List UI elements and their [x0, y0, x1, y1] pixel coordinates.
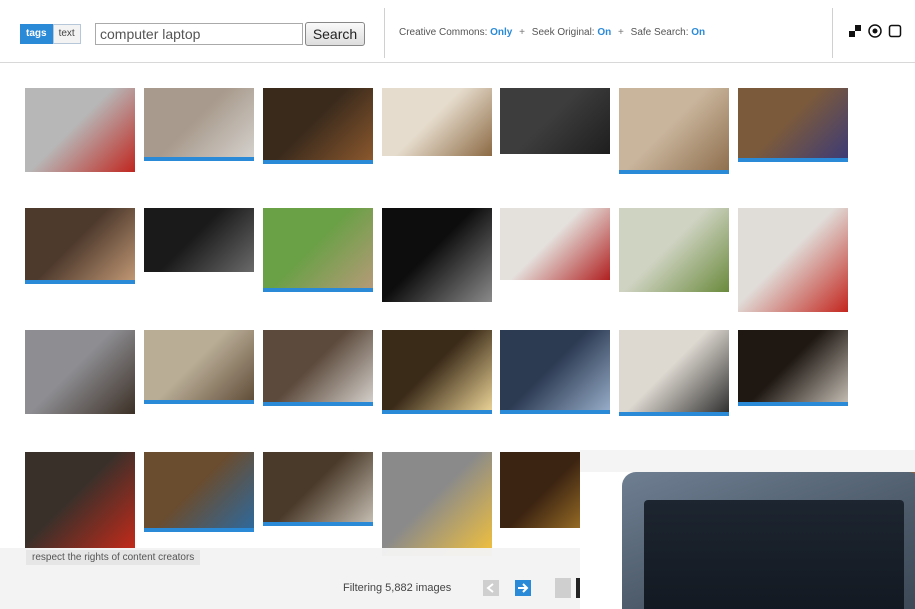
arrow-left-icon	[486, 583, 494, 593]
thumbnail-image	[619, 208, 729, 292]
thumbnail-cat-on-macbook[interactable]	[144, 88, 254, 161]
thumbnail-image	[382, 452, 492, 556]
thumbnail-imac-desk[interactable]	[25, 330, 135, 414]
rights-notice: respect the rights of content creators	[26, 550, 201, 565]
thumbnail-image	[25, 452, 135, 548]
thumbnail-image	[144, 208, 254, 272]
thumbnail-highlight-bar	[738, 158, 848, 162]
thumbnail-highlight-bar	[144, 528, 254, 532]
thumbnail-image	[619, 88, 729, 174]
thumbnail-image	[144, 452, 254, 532]
previous-page-button[interactable]	[483, 580, 499, 596]
creative-commons-value[interactable]: Only	[490, 27, 512, 38]
nav-divider	[555, 578, 571, 598]
thumbnail-image	[738, 88, 848, 162]
thumbnail-highlight-bar	[382, 410, 492, 414]
thumbnail-highlight-bar	[619, 412, 729, 416]
thumbnail-laptop-dark-table[interactable]	[144, 208, 254, 272]
seek-original-label: Seek Original:	[531, 27, 595, 38]
separator: +	[618, 27, 624, 38]
thumbnail-red-couch-room[interactable]	[738, 208, 848, 312]
next-page-button[interactable]	[515, 580, 531, 596]
globe-icon[interactable]	[868, 24, 882, 38]
thumbnail-laptops-table[interactable]	[263, 452, 373, 526]
thumbnail-office-room[interactable]	[144, 330, 254, 404]
tags-mode-button[interactable]: tags	[20, 24, 53, 44]
separator: +	[519, 27, 525, 38]
thumbnail-person-floor-red[interactable]	[25, 452, 135, 548]
thumbnail-highlight-bar	[144, 400, 254, 404]
resize-icon[interactable]	[848, 24, 862, 38]
divider	[832, 8, 833, 58]
thumbnail-image	[144, 330, 254, 404]
thumbnail-desk-room-laptop[interactable]	[263, 88, 373, 164]
thumbnail-girl-laptop-frame[interactable]	[619, 208, 729, 292]
text-mode-button[interactable]: text	[52, 24, 81, 44]
thumbnail-laptop-glow-table[interactable]	[382, 330, 492, 414]
thumbnail-desk-lamp-laptop[interactable]	[144, 452, 254, 532]
thumbnail-highlight-bar	[263, 160, 373, 164]
search-button[interactable]: Search	[305, 22, 365, 46]
thumbnail-girl-grass-fence[interactable]	[263, 208, 373, 292]
thumbnail-laptop-screen-blue[interactable]	[500, 330, 610, 414]
thumbnail-hands-laptop-black[interactable]	[382, 208, 492, 302]
thumbnail-woman-floor-laptop[interactable]	[619, 88, 729, 174]
safe-search-label: Safe Search:	[630, 27, 689, 38]
thumbnail-image	[25, 330, 135, 414]
thumbnail-man-standing-office[interactable]	[619, 330, 729, 416]
image-preview[interactable]	[580, 450, 915, 609]
window-icon[interactable]	[888, 24, 902, 38]
thumbnail-image	[738, 208, 848, 312]
thumbnail-macbook-lid-dark[interactable]	[500, 88, 610, 154]
top-bar: tags text Search Creative Commons: Only …	[0, 0, 915, 63]
safe-search-value[interactable]: On	[691, 27, 705, 38]
thumbnail-feet-laptop[interactable]	[25, 208, 135, 284]
thumbnail-image	[263, 330, 373, 406]
thumbnail-person-screens[interactable]	[263, 330, 373, 406]
thumbnail-highlight-bar	[263, 522, 373, 526]
thumbnail-room-red-chair[interactable]	[500, 208, 610, 280]
thumbnail-image	[500, 88, 610, 154]
filter-settings: Creative Commons: Only + Seek Original: …	[399, 27, 705, 38]
divider	[384, 8, 385, 58]
thumbnail-highlight-bar	[738, 402, 848, 406]
thumbnail-highlight-bar	[25, 280, 135, 284]
seek-original-value[interactable]: On	[597, 27, 611, 38]
thumbnail-egg-laptop[interactable]	[382, 452, 492, 556]
preview-background	[580, 450, 915, 472]
search-input[interactable]	[95, 23, 303, 45]
creative-commons-label: Creative Commons:	[399, 27, 488, 38]
thumbnail-image	[382, 330, 492, 414]
thumbnail-man-red-sofa-laptop[interactable]	[25, 88, 135, 172]
thumbnail-image	[263, 88, 373, 164]
thumbnail-image	[25, 208, 135, 284]
thumbnail-image	[382, 88, 492, 156]
filtering-status: Filtering 5,882 images	[343, 582, 452, 594]
arrow-right-icon	[518, 583, 529, 593]
thumbnail-image	[619, 330, 729, 416]
thumbnail-image	[382, 208, 492, 302]
thumbnail-laptop-on-desk[interactable]	[382, 88, 492, 156]
thumbnail-image	[144, 88, 254, 161]
thumbnail-image	[500, 330, 610, 414]
thumbnail-cat-purple-laptop[interactable]	[738, 88, 848, 162]
thumbnail-image	[25, 88, 135, 172]
thumbnail-image	[500, 208, 610, 280]
nav-end-marker	[576, 578, 580, 598]
thumbnail-highlight-bar	[619, 170, 729, 174]
thumbnail-highlight-bar	[500, 410, 610, 414]
thumbnail-highlight-bar	[263, 402, 373, 406]
thumbnail-image	[263, 208, 373, 292]
thumbnail-highlight-bar	[263, 288, 373, 292]
toolbar-icons	[848, 24, 902, 38]
search-mode-toggle: tags text	[20, 24, 81, 44]
thumbnail-desk-dark-room[interactable]	[738, 330, 848, 406]
preview-laptop-screen	[644, 500, 904, 609]
thumbnail-highlight-bar	[144, 157, 254, 161]
thumbnail-image	[738, 330, 848, 406]
thumbnail-image	[263, 452, 373, 526]
